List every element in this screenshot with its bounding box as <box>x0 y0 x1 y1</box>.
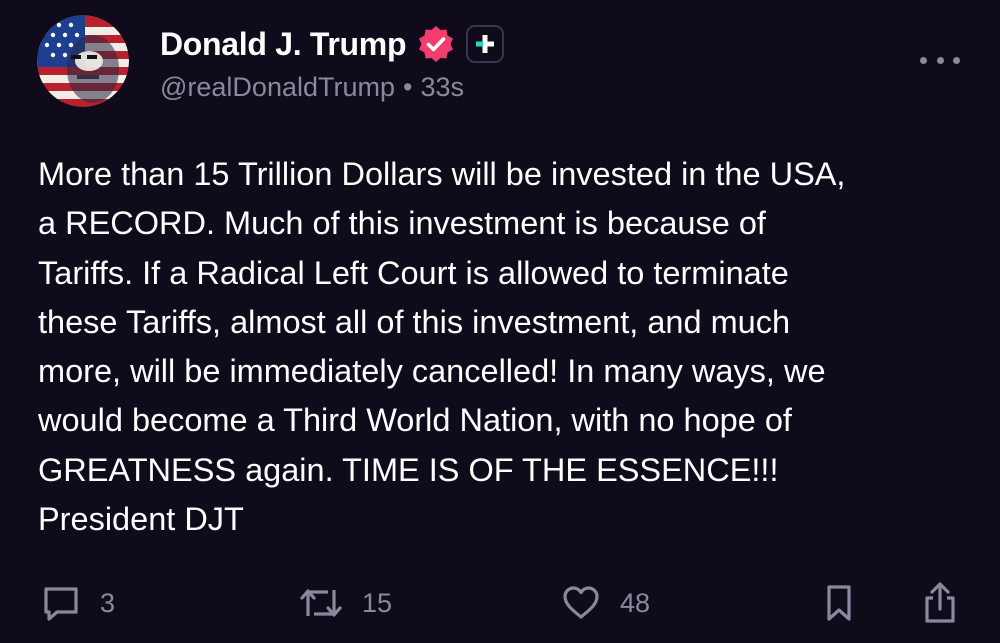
verified-badge-icon <box>419 26 454 62</box>
retruth-arrows-icon <box>300 589 342 617</box>
post-card: Donald J. Trump @realDonaldTrump • 33s Mor… <box>0 0 1000 643</box>
like-button[interactable]: 48 <box>560 580 650 626</box>
author-display-name[interactable]: Donald J. Trump <box>160 26 407 63</box>
author-handle[interactable]: @realDonaldTrump <box>160 72 395 102</box>
share-icon <box>925 582 955 623</box>
more-dot-icon <box>920 56 927 64</box>
bookmark-icon <box>827 585 851 621</box>
share-button[interactable] <box>920 580 960 626</box>
truth-plus-badge[interactable] <box>466 25 505 63</box>
meta-separator: • <box>403 72 413 102</box>
post-text: More than 15 Trillion Dollars will be in… <box>38 156 846 538</box>
reply-bubble-icon <box>44 587 78 621</box>
more-dot-icon <box>936 56 944 64</box>
like-count: 48 <box>620 587 651 618</box>
more-dot-icon <box>953 56 960 64</box>
retruth-count: 15 <box>362 587 393 618</box>
post-actions-bar: 3 15 48 <box>0 580 1000 626</box>
author-name-row: Donald J. Trump <box>160 22 505 66</box>
retruth-button[interactable]: 15 <box>298 580 392 626</box>
reply-button[interactable]: 3 <box>40 580 115 626</box>
heart-icon <box>563 586 599 619</box>
post-timestamp[interactable]: 33s <box>420 72 464 102</box>
avatar[interactable] <box>37 15 129 107</box>
author-meta: @realDonaldTrump • 33s <box>160 72 464 103</box>
bookmark-button[interactable] <box>823 580 855 626</box>
avatar-flag-portrait-icon <box>37 15 129 107</box>
plus-icon <box>476 35 495 53</box>
reply-count: 3 <box>100 587 116 618</box>
more-options-button[interactable] <box>920 52 960 68</box>
